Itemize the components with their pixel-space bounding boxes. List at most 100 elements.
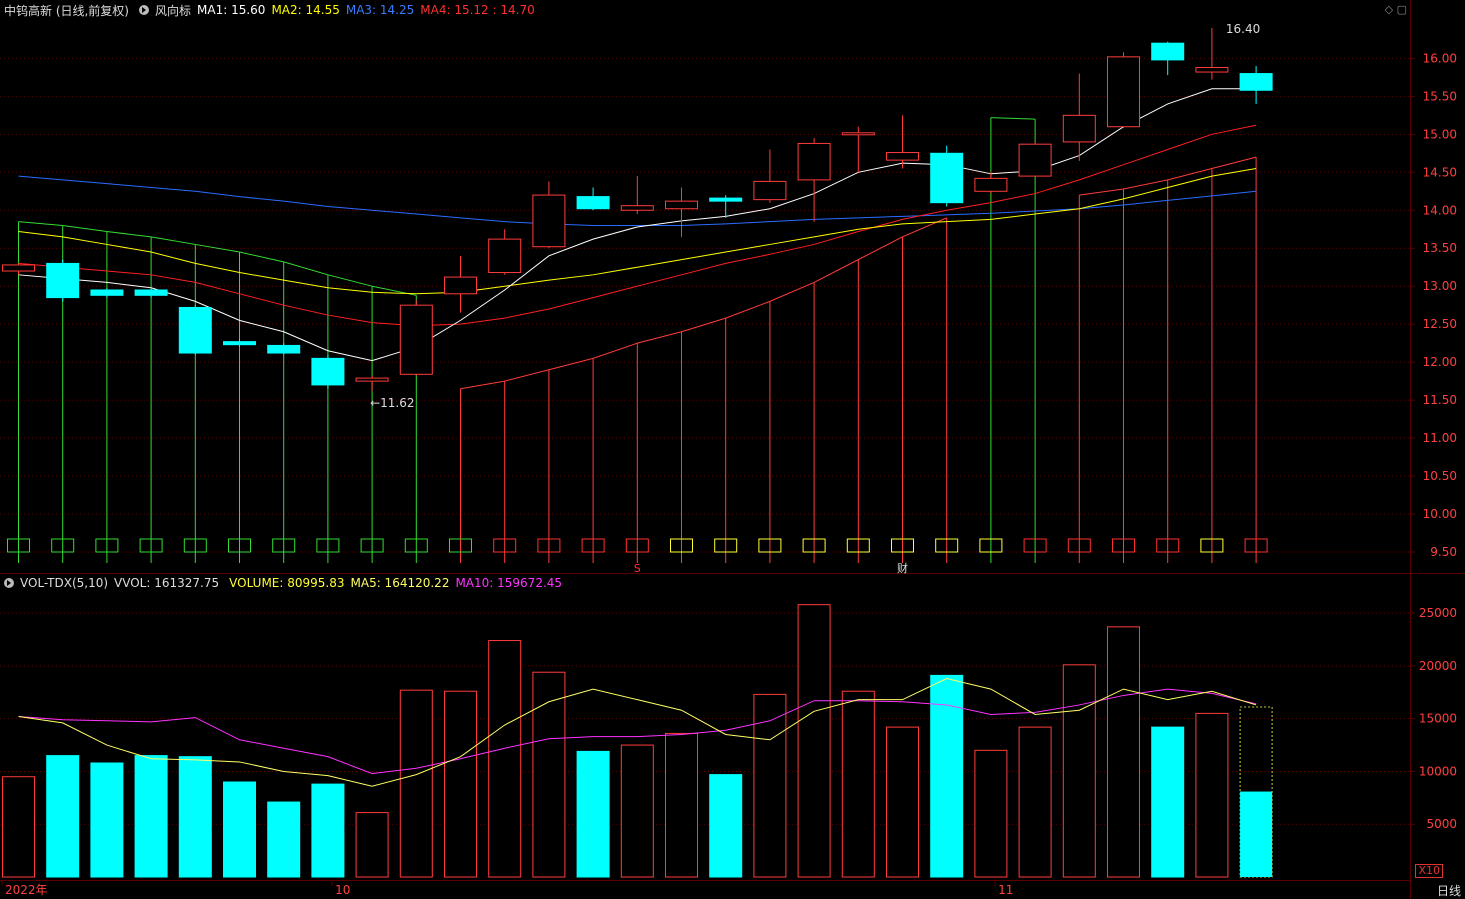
volume-bar [488, 640, 522, 878]
volume-bar [1151, 726, 1185, 878]
wind-vane-link [725, 300, 771, 319]
wind-vane-link [327, 274, 373, 287]
candle [974, 177, 1008, 192]
candle [665, 200, 698, 210]
candle [709, 197, 743, 202]
wind-vane-link [548, 357, 594, 371]
candle [1018, 143, 1052, 177]
volume-tick-label: 15000 [1419, 712, 1457, 726]
candle [444, 276, 477, 295]
candle [267, 344, 301, 354]
candle [399, 304, 433, 375]
price-tick-label: 9.50 [1430, 545, 1457, 559]
price-tick-label: 14.00 [1423, 203, 1457, 217]
candle [311, 357, 345, 386]
price-tick-label: 11.00 [1423, 431, 1457, 445]
candle [1151, 42, 1185, 61]
volume-bar [178, 756, 212, 878]
volume-bar [2, 776, 35, 878]
low-price-annotation: ←11.62 [370, 396, 414, 410]
wind-vane-link [592, 342, 638, 359]
volume-bar [797, 604, 831, 878]
wind-vane-link [283, 261, 329, 276]
price-tick-label: 15.50 [1423, 89, 1457, 103]
candle [2, 264, 35, 272]
volume-bar [267, 801, 301, 878]
candle [1107, 56, 1140, 128]
wind-vane-link [504, 369, 550, 382]
volume-tick-label: 20000 [1419, 659, 1457, 673]
timeframe-label[interactable]: 日线 [1437, 882, 1461, 899]
candle [532, 194, 566, 248]
price-tick-label: 15.00 [1423, 127, 1457, 141]
volume-bar [1107, 626, 1140, 878]
wind-vane-link [18, 221, 63, 226]
volume-tick-label: 10000 [1419, 764, 1457, 778]
candle [886, 152, 919, 161]
candle [355, 377, 389, 382]
price-tick-label: 13.00 [1423, 279, 1457, 293]
volume-bar [576, 750, 610, 878]
volume-bar [46, 755, 80, 878]
volume-tick-label: 5000 [1426, 817, 1457, 831]
candle [753, 180, 787, 201]
high-price-annotation: 16.40 [1226, 22, 1260, 36]
volume-bar [223, 781, 256, 878]
price-tick-label: 16.00 [1423, 51, 1457, 65]
volume-bar [974, 749, 1008, 878]
candle [1062, 114, 1096, 143]
candle [223, 341, 256, 346]
volume-bar [134, 755, 168, 878]
wind-vane-link [681, 317, 726, 333]
wind-vane-link [62, 224, 107, 233]
volume-bar [665, 732, 698, 878]
wind-vane-link [637, 331, 682, 344]
volume-bar [709, 774, 743, 878]
volume-tick-label: 25000 [1419, 606, 1457, 620]
price-tick-label: 10.00 [1423, 507, 1457, 521]
price-tick-label: 11.50 [1423, 393, 1457, 407]
price-tick-label: 13.50 [1423, 241, 1457, 255]
volume-bar [1195, 712, 1229, 878]
candle [930, 152, 964, 204]
volume-bar [886, 726, 919, 878]
price-chart[interactable]: 9.50 10.00 10.50 11.00 11.50 12.00 12.50 13.00 1… [0, 0, 1465, 899]
volume-bar [444, 690, 477, 878]
x-axis-label: 2022年 [5, 883, 48, 897]
x10-badge[interactable]: X10 [1415, 864, 1443, 878]
price-tick-label: 10.50 [1423, 469, 1457, 483]
wind-vane-link [902, 217, 947, 238]
volume-bar [1062, 664, 1096, 878]
wind-vane-link [460, 380, 505, 390]
volume-bar [355, 812, 389, 878]
wind-vane-link [239, 251, 284, 263]
x-axis-label: 10 [335, 883, 350, 897]
wind-vane-link [769, 281, 815, 302]
price-tick-label: 12.00 [1423, 355, 1457, 369]
volume-bar [841, 690, 875, 878]
x-axis-label: 11 [998, 883, 1013, 897]
volume-bar [930, 674, 964, 878]
wind-vane-link [106, 231, 152, 238]
candle [620, 205, 654, 211]
volume-bar [1018, 726, 1052, 878]
candle [488, 238, 522, 274]
candle [1195, 66, 1229, 73]
candle [134, 289, 168, 296]
volume-bar [90, 762, 124, 878]
wind-vane-link [1079, 188, 1124, 196]
wind-vane-link [1211, 156, 1257, 169]
volume-bar [532, 671, 566, 878]
candle [90, 289, 124, 296]
wind-vane-link [813, 259, 859, 283]
volume-bar [753, 693, 787, 878]
volume-bar [311, 783, 345, 878]
candle [1239, 73, 1273, 91]
volume-bar [620, 744, 654, 878]
price-tick-label: 14.50 [1423, 165, 1457, 179]
volume-bar [399, 689, 433, 878]
wind-vane-link [990, 117, 1036, 120]
candle [178, 306, 212, 354]
event-marker-s: S [634, 562, 641, 575]
volume-bar [1240, 791, 1273, 877]
